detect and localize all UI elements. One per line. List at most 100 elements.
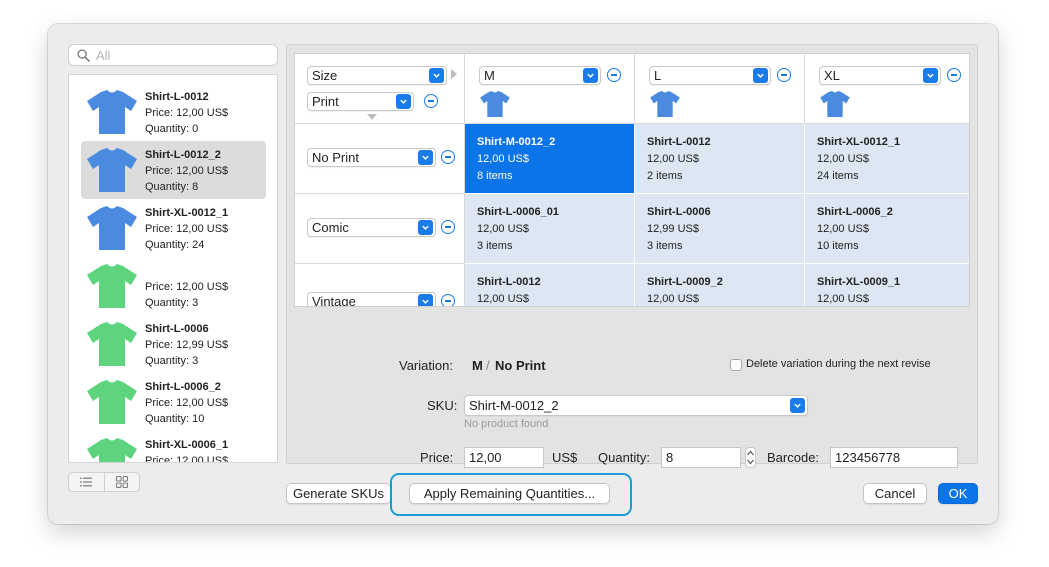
chevron-down-icon [583, 68, 598, 83]
variation-cell[interactable]: Shirt-XL-0009_1 12,00 US$ [805, 264, 969, 306]
chevron-down-icon [429, 68, 444, 83]
remove-row-icon[interactable] [441, 220, 455, 234]
variation-cell[interactable]: Shirt-L-0012 12,00 US$ [465, 264, 635, 306]
remove-row-icon[interactable] [441, 294, 455, 306]
column-value-select[interactable]: XL [819, 66, 941, 85]
product-quantity: Quantity: 10 [145, 413, 205, 425]
sku-select[interactable]: Shirt-M-0012_2 [464, 395, 808, 416]
variation-cell[interactable]: Shirt-XL-0012_1 12,00 US$ 24 items [805, 124, 969, 194]
variation-cell[interactable]: Shirt-L-0012 12,00 US$ 2 items [635, 124, 805, 194]
cell-items: 10 items [817, 240, 859, 252]
column-value-select[interactable]: L [649, 66, 771, 85]
product-price: Price: 12,00 US$ [145, 397, 229, 409]
shirt-thumbnail [85, 263, 139, 309]
row-attribute-select[interactable]: Size [307, 66, 447, 85]
quantity-input[interactable]: 8 [661, 447, 741, 468]
col-attribute-select[interactable]: Print [307, 92, 414, 111]
product-list-item[interactable]: Shirt-XL-0012_1 Price: 12,00 US$ Quantity:… [81, 199, 266, 257]
chevron-down-icon [790, 398, 805, 413]
generate-skus-button[interactable]: Generate SKUs [286, 483, 391, 504]
variations-dialog: All Shirt-L-0012 Price: 12,00 US$ Quantity… [48, 24, 998, 524]
variation-grid: Size Print M L XL No Print Shirt-M-0012_2 12,… [294, 53, 970, 307]
list-view-button[interactable] [69, 473, 104, 491]
product-list-item[interactable]: Shirt-L-0006_2 Price: 12,00 US$ Quantity: … [81, 373, 266, 431]
remove-column-icon[interactable] [607, 68, 621, 82]
remove-column-icon[interactable] [777, 68, 791, 82]
column-header: L [635, 54, 805, 124]
remove-row-icon[interactable] [441, 150, 455, 164]
variation-cell[interactable]: Shirt-L-0006_2 12,00 US$ 10 items [805, 194, 969, 264]
cell-sku: Shirt-L-0012 [477, 276, 541, 288]
shirt-icon [479, 90, 511, 118]
remove-col-attribute-icon[interactable] [424, 94, 438, 108]
product-quantity: Quantity: 3 [145, 297, 199, 309]
apply-remaining-quantities-button[interactable]: Apply Remaining Quantities... [409, 483, 610, 504]
shirt-icon [649, 90, 681, 118]
row-header: No Print [295, 124, 465, 194]
product-name: Shirt-XL-0006_1 [145, 439, 229, 451]
product-price: Price: 12,00 US$ [145, 223, 229, 235]
search-icon [77, 48, 90, 62]
delete-variation-checkbox[interactable] [730, 359, 742, 371]
product-price: Price: 12,00 US$ [145, 455, 229, 463]
row-value-select[interactable]: No Print [307, 148, 436, 167]
column-value-select[interactable]: M [479, 66, 601, 85]
column-header: XL [805, 54, 969, 124]
product-quantity: Quantity: 8 [145, 181, 199, 193]
col-attribute-value: Print [312, 94, 339, 109]
grid-view-button[interactable] [103, 473, 140, 491]
row-value-select[interactable]: Comic [307, 218, 436, 237]
shirt-thumbnail [85, 89, 139, 135]
cell-price: 12,00 US$ [477, 293, 529, 305]
chevron-down-icon [923, 68, 938, 83]
product-list-item[interactable]: Shirt-L-0006 Price: 12,99 US$ Quantity: 3 [81, 315, 266, 373]
cell-sku: Shirt-L-0009_2 [647, 276, 723, 288]
view-toggle[interactable] [68, 472, 140, 492]
product-list-item[interactable]: Price: 12,00 US$ Quantity: 3 [81, 257, 266, 315]
row-value: Vintage [312, 294, 356, 307]
product-list-item[interactable]: Shirt-L-0012 Price: 12,00 US$ Quantity: 0 [81, 83, 266, 141]
barcode-input[interactable]: 123456778 [830, 447, 958, 468]
quantity-stepper[interactable] [745, 447, 756, 468]
triangle-right-icon [451, 69, 457, 79]
row-value: Comic [312, 220, 349, 235]
product-name: Shirt-XL-0012_1 [145, 207, 229, 219]
triangle-down-icon [367, 114, 377, 120]
search-placeholder: All [96, 47, 111, 63]
chevron-down-icon [418, 220, 433, 235]
cancel-button[interactable]: Cancel [863, 483, 927, 504]
cell-items: 8 items [477, 170, 513, 182]
cell-price: 12,00 US$ [817, 293, 869, 305]
variation-cell[interactable]: Shirt-L-0006 12,99 US$ 3 items [635, 194, 805, 264]
chevron-down-icon [418, 150, 433, 165]
list-icon [80, 477, 93, 487]
cell-price: 12,99 US$ [647, 223, 699, 235]
barcode-label: Barcode: [767, 450, 820, 465]
cell-items: 2 items [647, 170, 683, 182]
variation-cell[interactable]: Shirt-L-0006_01 12,00 US$ 3 items [465, 194, 635, 264]
price-label: Price: [420, 450, 454, 465]
product-list-item[interactable]: Shirt-L-0012_2 Price: 12,00 US$ Quantity: … [81, 141, 266, 199]
search-field[interactable]: All [68, 44, 278, 66]
product-list[interactable]: Shirt-L-0012 Price: 12,00 US$ Quantity: 0S… [68, 74, 278, 463]
remove-column-icon[interactable] [947, 68, 961, 82]
product-quantity: Quantity: 3 [145, 355, 199, 367]
cell-price: 12,00 US$ [817, 153, 869, 165]
product-name: Shirt-L-0006_2 [145, 381, 221, 393]
shirt-thumbnail [85, 379, 139, 425]
variation-cell[interactable]: Shirt-L-0009_2 12,00 US$ [635, 264, 805, 306]
sku-value: Shirt-M-0012_2 [469, 398, 559, 413]
variation-separator: / [486, 358, 490, 373]
variation-cell[interactable]: Shirt-M-0012_2 12,00 US$ 8 items [465, 124, 635, 194]
row-value: No Print [312, 150, 359, 165]
ok-button[interactable]: OK [938, 483, 978, 504]
cell-price: 12,00 US$ [477, 153, 529, 165]
cell-sku: Shirt-L-0006_01 [477, 206, 559, 218]
product-list-item[interactable]: Shirt-XL-0006_1 Price: 12,00 US$ [81, 431, 266, 463]
price-input[interactable]: 12,00 [464, 447, 544, 468]
cell-price: 12,00 US$ [647, 153, 699, 165]
row-value-select[interactable]: Vintage [307, 292, 436, 307]
cell-items: 3 items [477, 240, 513, 252]
cell-sku: Shirt-L-0006_2 [817, 206, 893, 218]
shirt-thumbnail [85, 321, 139, 367]
